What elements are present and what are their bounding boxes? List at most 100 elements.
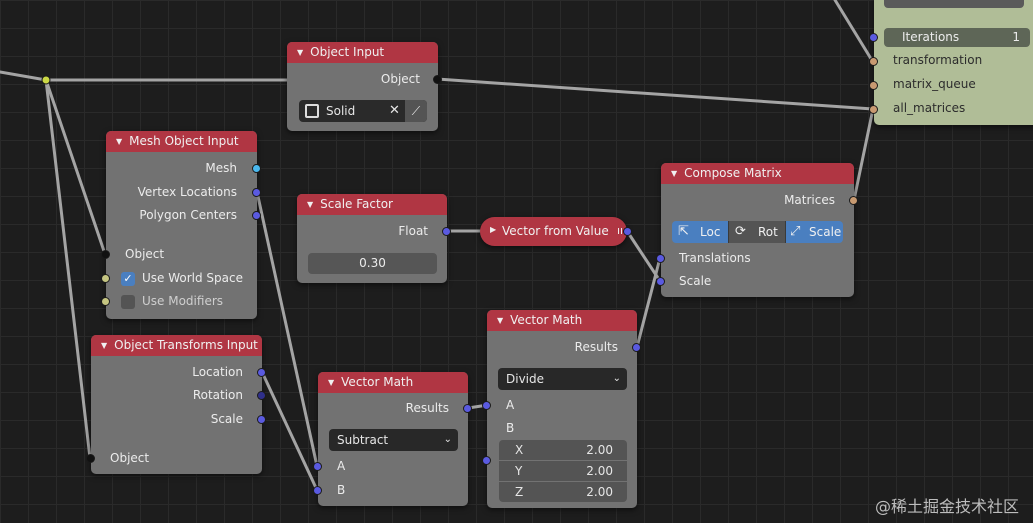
output-scale-label: Scale <box>210 412 243 426</box>
vector-from-value-node[interactable]: ▶ Vector from Value ıı <box>480 217 632 246</box>
object-input-socket[interactable] <box>86 454 95 463</box>
vector-math-divide-node[interactable]: ▼ Vector Math Results Divide ⌄ A B X 2.00… <box>482 310 641 508</box>
rotation-output-socket[interactable] <box>257 391 266 400</box>
iterations-socket[interactable] <box>869 33 878 42</box>
polygon-centers-output-socket[interactable] <box>252 211 261 220</box>
compose-matrix-header[interactable]: ▼ Compose Matrix <box>661 163 854 184</box>
vector-output-socket[interactable] <box>623 227 632 236</box>
loop-input-transformation: transformation <box>893 53 983 67</box>
scale-input-socket[interactable] <box>656 277 665 286</box>
vector-math-subtract-header[interactable]: ▼ Vector Math <box>318 372 468 393</box>
output-object-label: Object <box>380 72 420 86</box>
float-output-socket[interactable] <box>442 227 451 236</box>
scale-icon: ⤢ <box>790 224 801 239</box>
loop-node[interactable]: Iterations 1 transformation matrix_queue… <box>869 0 1033 125</box>
link-results-to-translations <box>635 256 662 349</box>
a-input-socket[interactable] <box>482 401 491 410</box>
vector-math-divide-header[interactable]: ▼ Vector Math <box>487 310 637 331</box>
scale-output-socket[interactable] <box>257 415 266 424</box>
use-world-space-socket[interactable] <box>101 274 110 283</box>
node-title: Vector from Value <box>502 224 609 238</box>
clear-icon[interactable]: ✕ <box>389 100 400 122</box>
collapse-arrow-icon[interactable]: ▼ <box>497 310 503 331</box>
object-picker[interactable]: Solid ✕ ⟋ <box>299 100 427 122</box>
collapse-arrow-icon[interactable]: ▼ <box>307 194 313 215</box>
collapse-arrow-icon[interactable]: ▼ <box>328 372 334 393</box>
node-title: Vector Math <box>510 313 583 327</box>
vector-z-field[interactable]: Z 2.00 <box>499 482 627 502</box>
loc-icon: ⇱ <box>678 224 689 239</box>
a-input-socket[interactable] <box>313 462 322 471</box>
scale-toggle[interactable]: ⤢ Scale <box>786 221 843 243</box>
use-world-space-label: Use World Space <box>142 271 244 285</box>
chevron-down-icon: ⌄ <box>612 373 621 384</box>
b-input-socket[interactable] <box>482 456 491 465</box>
object-input-header[interactable]: ▼ Object Input <box>287 42 438 63</box>
mesh-object-input-node[interactable]: ▼ Mesh Object Input Mesh Vertex Locations… <box>101 131 261 319</box>
vertex-locations-output-socket[interactable] <box>252 188 261 197</box>
collapse-arrow-icon[interactable]: ▼ <box>671 163 677 184</box>
transformation-socket[interactable] <box>869 57 878 66</box>
output-location-label: Location <box>192 365 243 379</box>
location-output-socket[interactable] <box>257 368 266 377</box>
input-object-label: Object <box>125 247 165 261</box>
vector-math-subtract-node[interactable]: ▼ Vector Math Results Subtract ⌄ A B <box>313 372 472 506</box>
object-output-socket[interactable] <box>433 75 442 84</box>
link-reroute-to-transforms-object <box>44 78 92 460</box>
compose-matrix-node[interactable]: ▼ Compose Matrix Matrices ⇱ Loc ⟳ Rot ⤢ S… <box>656 163 858 297</box>
use-modifiers-checkbox[interactable] <box>121 295 135 309</box>
use-modifiers-socket[interactable] <box>101 297 110 306</box>
z-label: Z <box>515 485 524 499</box>
b-input-socket[interactable] <box>313 486 322 495</box>
operation-dropdown[interactable]: Divide ⌄ <box>498 368 627 390</box>
translations-input-socket[interactable] <box>656 254 665 263</box>
vector-x-field[interactable]: X 2.00 <box>499 440 627 460</box>
collapse-arrow-icon[interactable]: ▼ <box>116 131 122 152</box>
mesh-output-socket[interactable] <box>252 164 261 173</box>
watermark: @稀土掘金技术社区 <box>874 497 1019 516</box>
input-translations-label: Translations <box>679 251 751 265</box>
collapse-arrow-icon[interactable]: ▼ <box>101 335 107 356</box>
input-object-label: Object <box>110 451 150 465</box>
loop-input-all-matrices: all_matrices <box>893 101 966 115</box>
use-modifiers-label: Use Modifiers <box>142 294 224 308</box>
loc-toggle[interactable]: ⇱ Loc <box>672 221 728 243</box>
z-value: 2.00 <box>586 485 613 499</box>
collapse-arrow-icon[interactable]: ▼ <box>297 42 303 63</box>
scale-factor-node[interactable]: ▼ Scale Factor Float 0.30 <box>297 194 451 283</box>
link-matrices-to-loop <box>852 107 875 202</box>
object-input-node[interactable]: ▼ Object Input Object Solid ✕ ⟋ <box>287 42 442 131</box>
output-vertex-locations-label: Vertex Locations <box>137 185 237 199</box>
mesh-object-input-header[interactable]: ▼ Mesh Object Input <box>106 131 257 152</box>
rot-label: Rot <box>758 225 778 239</box>
matrix-queue-socket[interactable] <box>869 81 878 90</box>
results-output-socket[interactable] <box>632 343 641 352</box>
eyedropper-icon[interactable]: ⟋ <box>405 100 427 122</box>
expand-arrow-icon[interactable]: ▶ <box>490 225 496 234</box>
node-title: Mesh Object Input <box>129 134 239 148</box>
object-icon <box>305 104 319 118</box>
input-b-label: B <box>337 483 346 497</box>
scale-factor-header[interactable]: ▼ Scale Factor <box>297 194 447 215</box>
loop-top-field[interactable] <box>884 0 1024 8</box>
matrices-output-socket[interactable] <box>849 196 858 205</box>
x-value: 2.00 <box>586 443 613 457</box>
reroute-point <box>41 75 51 85</box>
operation-dropdown[interactable]: Subtract ⌄ <box>329 429 458 451</box>
object-input-socket[interactable] <box>101 250 110 259</box>
output-float-label: Float <box>398 224 428 238</box>
output-rotation-label: Rotation <box>192 388 243 402</box>
iterations-field[interactable]: Iterations 1 <box>884 28 1030 47</box>
object-transforms-input-node[interactable]: ▼ Object Transforms Input Location Rotati… <box>86 335 266 474</box>
iterations-value: 1 <box>1012 30 1020 44</box>
scale-factor-value-field[interactable]: 0.30 <box>308 253 437 274</box>
results-output-socket[interactable] <box>463 404 472 413</box>
vector-y-field[interactable]: Y 2.00 <box>499 461 627 481</box>
all-matrices-socket[interactable] <box>869 105 878 114</box>
use-world-space-checkbox[interactable]: ✓ <box>121 272 135 286</box>
scale-factor-value: 0.30 <box>359 256 386 270</box>
scale-label: Scale <box>809 225 842 239</box>
object-transforms-input-header[interactable]: ▼ Object Transforms Input <box>91 335 262 356</box>
rot-toggle[interactable]: ⟳ Rot <box>728 221 786 243</box>
loop-input-matrix-queue: matrix_queue <box>893 77 976 91</box>
